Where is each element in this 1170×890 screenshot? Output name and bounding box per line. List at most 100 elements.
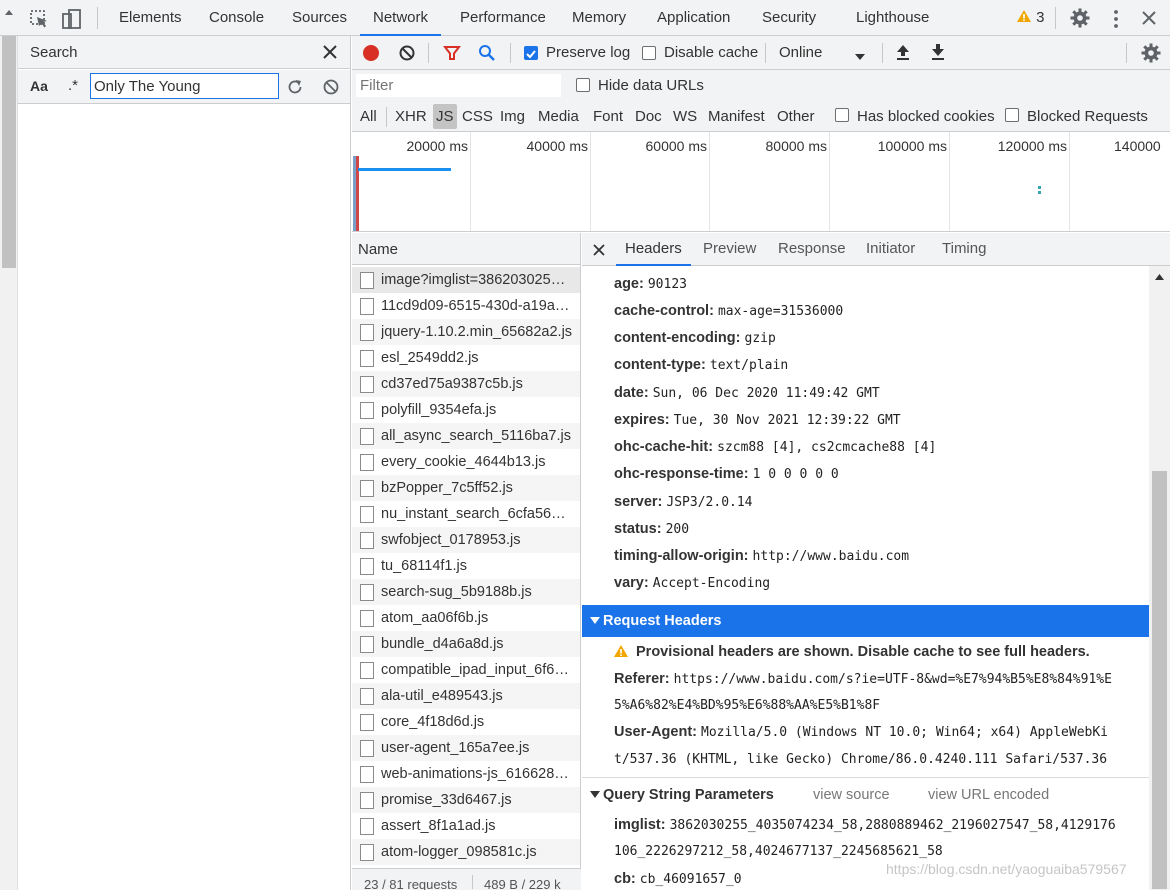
tab-network[interactable]: Network [360, 0, 442, 36]
search-query-input[interactable] [90, 73, 279, 99]
view-source-link[interactable]: view source [813, 787, 890, 803]
tab-response[interactable]: Response [778, 233, 846, 266]
request-row[interactable]: compatible_ipad_input_6f6… [352, 657, 580, 683]
settings-gear-icon[interactable] [1070, 8, 1090, 28]
tab-application[interactable]: Application [657, 0, 730, 36]
tab-memory[interactable]: Memory [572, 0, 626, 36]
network-settings-gear-icon[interactable] [1141, 43, 1161, 63]
tab-console[interactable]: Console [209, 0, 264, 36]
file-icon [360, 324, 374, 341]
disable-cache-label[interactable]: Disable cache [664, 44, 758, 61]
record-icon[interactable] [362, 44, 380, 62]
blocked-requests-checkbox[interactable] [1005, 108, 1019, 122]
network-overview-timeline[interactable]: 20000 ms 40000 ms 60000 ms 80000 ms 1000… [352, 132, 1170, 232]
request-row[interactable]: polyfill_9354efa.js [352, 397, 580, 423]
close-search-icon[interactable] [323, 45, 337, 59]
name-column-header[interactable]: Name [352, 233, 580, 265]
blocked-requests-label[interactable]: Blocked Requests [1027, 108, 1148, 125]
request-row[interactable]: ala-util_e489543.js [352, 683, 580, 709]
page-scrollbar[interactable] [0, 10, 18, 890]
preserve-log-checkbox[interactable] [524, 46, 538, 60]
request-row[interactable]: bzPopper_7c5ff52.js [352, 475, 580, 501]
has-blocked-cookies-checkbox[interactable] [835, 108, 849, 122]
preserve-log-label[interactable]: Preserve log [546, 44, 630, 61]
export-har-icon[interactable] [930, 43, 946, 61]
request-row[interactable]: nu_instant_search_6cfa56d.js [352, 501, 580, 527]
header-row-referer-cont: 5%A6%82%E4%BD%95%E6%88%AA%E5%B1%8F [614, 697, 880, 713]
file-icon [360, 350, 374, 367]
request-headers-title-bar[interactable]: Request Headers [582, 605, 1149, 637]
request-row[interactable]: bundle_d4a6a8d.js [352, 631, 580, 657]
header-value: Tue, 30 Nov 2021 12:39:22 GMT [673, 413, 901, 428]
tab-security[interactable]: Security [762, 0, 816, 36]
request-row[interactable]: esl_2549dd2.js [352, 345, 580, 371]
request-row[interactable]: user-agent_165a7ee.js [352, 735, 580, 761]
timeline-tick-label: 100000 ms [877, 138, 947, 154]
more-options-icon[interactable] [1108, 9, 1124, 29]
chevron-down-icon[interactable] [854, 48, 866, 65]
type-manifest[interactable]: Manifest [708, 108, 765, 125]
view-url-encoded-link[interactable]: view URL encoded [928, 787, 1049, 803]
tab-initiator[interactable]: Initiator [866, 233, 915, 266]
tab-headers[interactable]: Headers [616, 233, 691, 266]
request-list: Name image?imglist=386203025… 11cd9d09-65… [352, 233, 581, 890]
detail-scrollbar[interactable] [1149, 266, 1170, 890]
tab-sources[interactable]: Sources [292, 0, 347, 36]
tab-performance[interactable]: Performance [460, 0, 546, 36]
close-detail-icon[interactable] [593, 243, 605, 256]
tab-timing[interactable]: Timing [942, 233, 986, 266]
scrollbar-thumb[interactable] [2, 36, 16, 268]
clear-icon[interactable] [398, 44, 416, 62]
match-case-toggle[interactable]: Aa [30, 78, 48, 94]
file-icon [360, 766, 374, 783]
regex-toggle[interactable]: .* [68, 77, 78, 94]
request-row[interactable]: web-animations-js_616628… [352, 761, 580, 787]
query-string-title[interactable]: Query String Parameters [603, 787, 774, 803]
tab-preview[interactable]: Preview [703, 233, 756, 266]
throttling-select[interactable]: Online [779, 44, 822, 61]
request-name: compatible_ipad_input_6f6… [381, 662, 569, 678]
clear-search-icon[interactable] [322, 78, 340, 96]
refresh-search-icon[interactable] [286, 78, 304, 96]
request-row[interactable]: image?imglist=386203025… [352, 267, 580, 293]
inspect-element-icon[interactable] [28, 8, 50, 30]
filter-input[interactable] [356, 74, 561, 97]
type-doc[interactable]: Doc [635, 108, 662, 125]
request-row[interactable]: all_async_search_5116ba7.js [352, 423, 580, 449]
tab-lighthouse[interactable]: Lighthouse [856, 0, 929, 36]
request-row[interactable]: cd37ed75a9387c5b.js [352, 371, 580, 397]
import-har-icon[interactable] [895, 43, 911, 61]
type-media[interactable]: Media [538, 108, 579, 125]
search-icon[interactable] [478, 44, 496, 62]
request-row[interactable]: every_cookie_4644b13.js [352, 449, 580, 475]
scrollbar-thumb[interactable] [1152, 471, 1167, 889]
request-row[interactable]: tu_68114f1.js [352, 553, 580, 579]
request-row[interactable]: swfobject_0178953.js [352, 527, 580, 553]
close-devtools-icon[interactable] [1141, 10, 1157, 26]
type-css[interactable]: CSS [462, 108, 493, 125]
type-img[interactable]: Img [500, 108, 525, 125]
transfer-size: 489 B / 229 k [484, 877, 561, 890]
type-font[interactable]: Font [593, 108, 623, 125]
hide-data-urls-checkbox[interactable] [576, 78, 590, 92]
type-xhr[interactable]: XHR [395, 108, 427, 125]
request-row[interactable]: core_4f18d6d.js [352, 709, 580, 735]
device-toolbar-icon[interactable] [60, 7, 84, 31]
type-js[interactable]: JS [433, 104, 457, 129]
warning-badge[interactable]: 3 [1016, 9, 1045, 29]
has-blocked-cookies-label[interactable]: Has blocked cookies [857, 108, 995, 125]
request-row[interactable]: jquery-1.10.2.min_65682a2.js [352, 319, 580, 345]
type-all[interactable]: All [360, 108, 377, 125]
type-ws[interactable]: WS [673, 108, 697, 125]
hide-data-urls-label[interactable]: Hide data URLs [598, 77, 704, 94]
request-row[interactable]: search-sug_5b9188b.js [352, 579, 580, 605]
request-row[interactable]: atom_aa06f6b.js [352, 605, 580, 631]
request-row[interactable]: 11cd9d09-6515-430d-a19a… [352, 293, 580, 319]
tab-elements[interactable]: Elements [119, 0, 182, 36]
filter-icon[interactable] [442, 44, 462, 62]
request-row[interactable]: assert_8f1a1ad.js [352, 813, 580, 839]
request-row[interactable]: atom-logger_098581c.js [352, 839, 580, 865]
request-row[interactable]: promise_33d6467.js [352, 787, 580, 813]
type-other[interactable]: Other [777, 108, 815, 125]
disable-cache-checkbox[interactable] [642, 46, 656, 60]
